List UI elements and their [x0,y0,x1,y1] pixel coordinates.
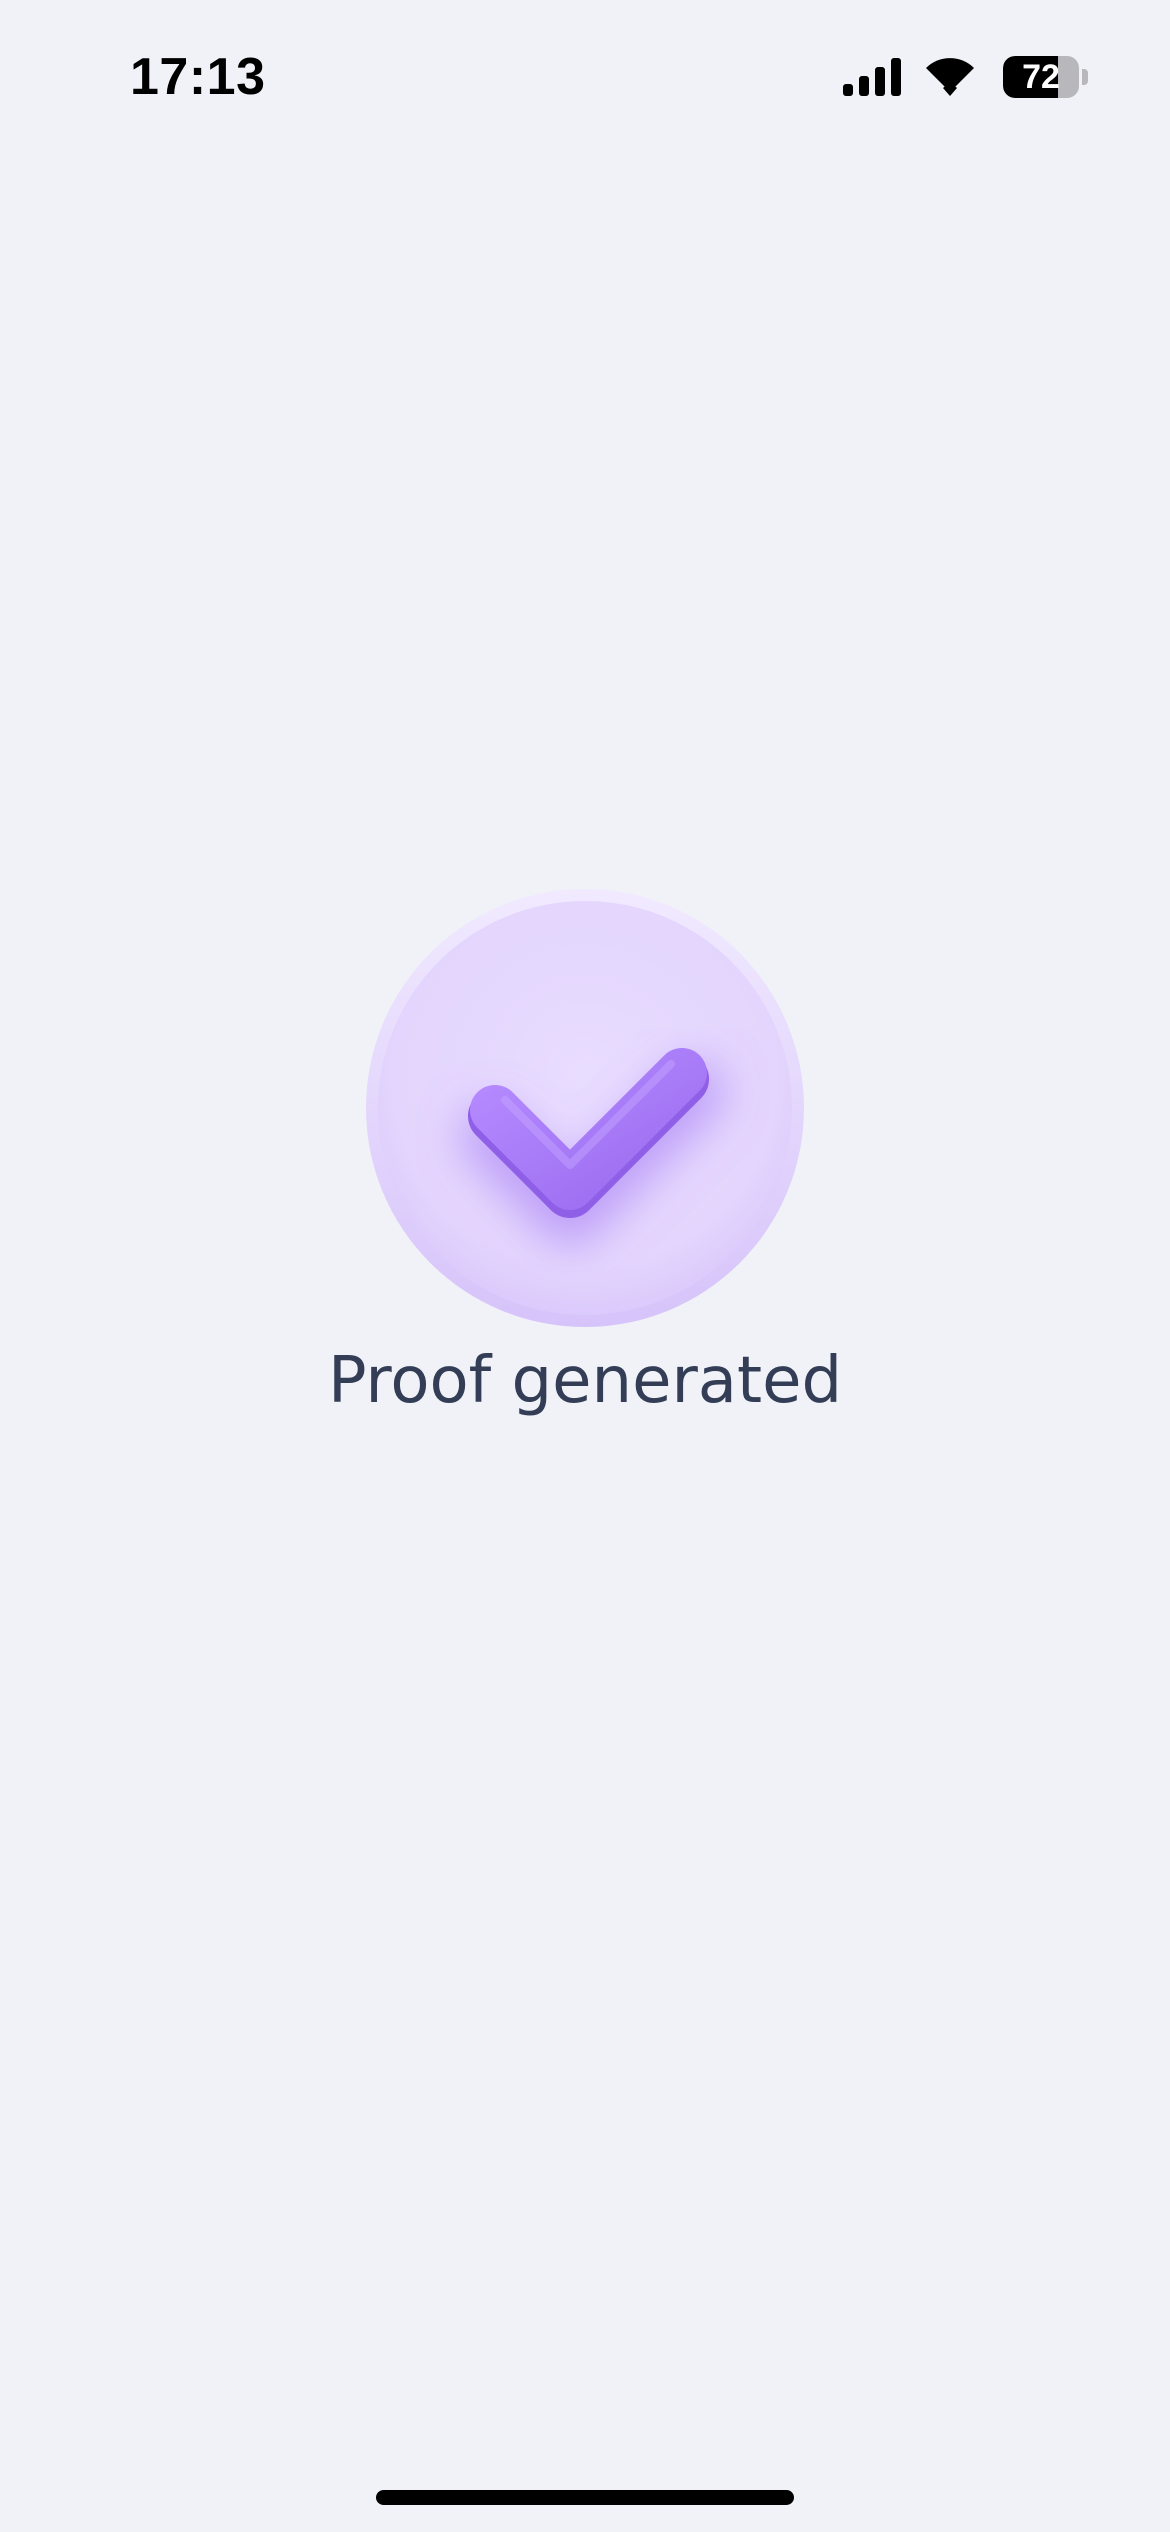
success-badge [365,888,805,1328]
battery-cap [1082,69,1088,85]
battery-body: 72 [1003,56,1079,98]
wifi-icon [923,58,977,96]
success-message: Proof generated [327,1344,843,1418]
check-icon [366,889,804,1327]
home-indicator[interactable] [376,2490,794,2505]
battery-icon: 72 [1003,56,1088,98]
status-bar: 17:13 72 [0,0,1170,150]
status-time: 17:13 [130,48,266,106]
battery-level: 72 [1022,58,1060,96]
cellular-signal-icon [843,58,901,96]
status-icons: 72 [843,52,1088,102]
